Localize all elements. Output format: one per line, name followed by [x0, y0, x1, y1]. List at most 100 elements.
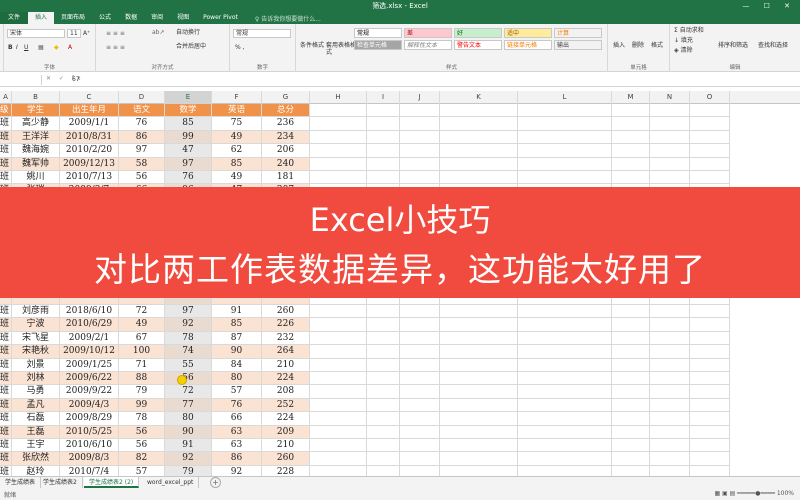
grid-cell[interactable] — [440, 171, 518, 185]
grid-cell[interactable]: 86 — [119, 130, 165, 145]
grid-cell[interactable] — [690, 318, 730, 332]
column-header-n[interactable]: N — [650, 91, 690, 104]
grid-cell[interactable] — [310, 117, 367, 131]
grid-cell[interactable] — [367, 305, 400, 319]
grid-cell[interactable]: 90 — [212, 345, 262, 359]
grid-cell[interactable]: 260 — [262, 452, 310, 466]
fill-button[interactable]: ↓ 填充 — [674, 37, 693, 45]
grid-cell[interactable] — [310, 439, 367, 453]
grid-cell[interactable] — [440, 372, 518, 386]
grid-cell[interactable]: 49 — [212, 130, 262, 145]
grid-cell[interactable] — [310, 425, 367, 439]
grid-cell[interactable] — [367, 130, 400, 145]
grid-cell[interactable] — [440, 117, 518, 131]
grid-cell[interactable]: 66 — [212, 412, 262, 426]
grid-cell[interactable]: 班 — [0, 358, 12, 372]
grid-cell[interactable] — [690, 398, 730, 413]
grid-cell[interactable]: 226 — [262, 318, 310, 332]
grid-cell[interactable] — [310, 345, 367, 359]
grid-cell[interactable] — [518, 465, 612, 476]
grid-cell[interactable]: 2009/9/22 — [60, 385, 119, 399]
grid-cell[interactable]: 76 — [212, 398, 262, 413]
grid-cell[interactable] — [440, 305, 518, 319]
italic-button[interactable]: I — [16, 44, 18, 52]
grid-cell[interactable]: 71 — [119, 358, 165, 372]
grid-cell[interactable] — [367, 439, 400, 453]
grid-cell[interactable]: 2010/6/10 — [60, 439, 119, 453]
grid-cell[interactable] — [310, 144, 367, 158]
grid-cell[interactable] — [367, 117, 400, 131]
grid-cell[interactable]: 班 — [0, 331, 12, 346]
column-header-k[interactable]: K — [440, 91, 518, 104]
grid-cell[interactable] — [690, 372, 730, 386]
grid-cell[interactable] — [400, 171, 440, 185]
style-warning[interactable]: 警告文本 — [454, 40, 502, 50]
grid-cell[interactable]: 57 — [212, 385, 262, 399]
grid-cell[interactable] — [690, 412, 730, 426]
grid-cell[interactable]: 魏海婉 — [12, 144, 60, 158]
grid-cell[interactable] — [518, 171, 612, 185]
grid-cell[interactable]: 234 — [262, 130, 310, 145]
insert-cells-button[interactable]: 插入 — [613, 42, 625, 50]
grid-cell[interactable]: 2009/1/25 — [60, 358, 119, 372]
grid-cell[interactable] — [650, 318, 690, 332]
grid-cell[interactable] — [367, 358, 400, 372]
font-color-icon[interactable]: A — [68, 44, 72, 52]
grid-cell[interactable] — [690, 452, 730, 466]
column-header-g[interactable]: G — [262, 91, 310, 104]
grid-cell[interactable]: 80 — [212, 372, 262, 386]
delete-cells-button[interactable]: 删除 — [632, 42, 644, 50]
wrap-text-button[interactable]: 自动换行 — [176, 29, 200, 37]
grid-cell[interactable] — [400, 305, 440, 319]
grid-cell[interactable]: 228 — [262, 465, 310, 476]
grid-cell[interactable] — [518, 372, 612, 386]
grid-cell[interactable] — [612, 465, 650, 476]
grid-cell[interactable] — [400, 157, 440, 171]
grid-cell[interactable]: 2009/8/29 — [60, 412, 119, 426]
grid-cell[interactable] — [440, 358, 518, 372]
grid-cell[interactable] — [310, 130, 367, 145]
grid-cell[interactable]: 张欣然 — [12, 452, 60, 466]
grid-cell[interactable]: 86 — [212, 452, 262, 466]
grid-cell[interactable] — [612, 385, 650, 399]
grid-cell[interactable]: 56 — [119, 171, 165, 185]
grid-cell[interactable]: 97 — [119, 144, 165, 158]
grid-cell[interactable] — [518, 104, 612, 118]
grid-cell[interactable]: 85 — [212, 157, 262, 171]
grid-cell[interactable] — [440, 385, 518, 399]
grid-cell[interactable]: 90 — [165, 425, 212, 439]
grid-cell[interactable] — [612, 130, 650, 145]
grid-cell[interactable] — [518, 358, 612, 372]
style-explanatory[interactable]: 解释性文本 — [404, 40, 452, 50]
grid-cell[interactable]: 王洋洋 — [12, 130, 60, 145]
grid-cell[interactable] — [400, 452, 440, 466]
grid-cell[interactable] — [310, 305, 367, 319]
grid-cell[interactable] — [518, 385, 612, 399]
grid-cell[interactable] — [400, 318, 440, 332]
grid-cell[interactable]: 姚川 — [12, 171, 60, 185]
grid-cell[interactable] — [690, 425, 730, 439]
tab-review[interactable]: 审阅 — [144, 12, 170, 24]
grid-cell[interactable]: 79 — [165, 465, 212, 476]
style-output[interactable]: 输出 — [554, 40, 602, 50]
grid-cell[interactable]: 79 — [119, 385, 165, 399]
align-left-icon[interactable]: ≡ ≡ ≡ — [106, 44, 125, 52]
tab-view[interactable]: 视图 — [170, 12, 196, 24]
grid-cell[interactable] — [690, 157, 730, 171]
grid-cell[interactable]: 210 — [262, 439, 310, 453]
bold-button[interactable]: B — [8, 44, 13, 52]
grid-cell[interactable] — [650, 305, 690, 319]
grid-cell[interactable] — [518, 318, 612, 332]
grid-cell[interactable] — [690, 439, 730, 453]
align-top-icon[interactable]: ≡ ≡ ≡ — [106, 30, 125, 38]
grid-cell[interactable] — [518, 345, 612, 359]
grid-cell[interactable]: 班 — [0, 117, 12, 131]
sheet-tab[interactable]: word_excel_ppt — [142, 477, 200, 488]
grid-cell[interactable] — [690, 358, 730, 372]
grid-cell[interactable] — [400, 345, 440, 359]
grid-cell[interactable]: 97 — [165, 157, 212, 171]
grid-cell[interactable]: 班 — [0, 130, 12, 145]
grid-cell[interactable]: 2010/8/31 — [60, 130, 119, 145]
zoom-controls[interactable]: ▦ ▣ ▤ ━━━━━●━━━━ 100% — [714, 490, 794, 497]
grid-cell[interactable] — [367, 465, 400, 476]
